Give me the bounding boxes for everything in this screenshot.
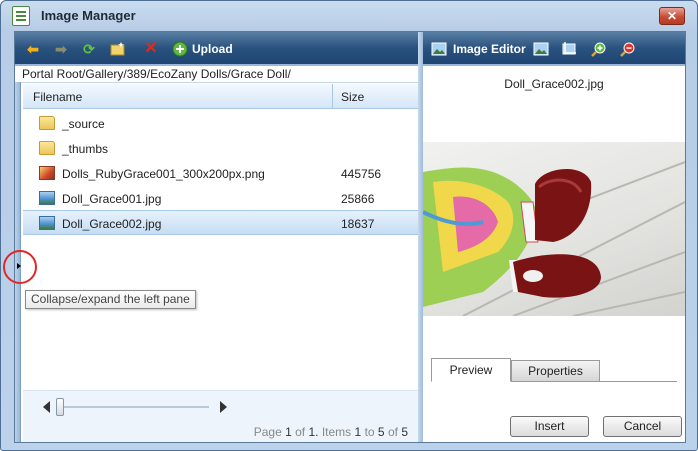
file-grid-header: Filename Size <box>23 84 418 109</box>
image-preview-pane: Doll_Grace002.jpg Preview Properties Ins… <box>423 68 685 442</box>
file-name: _source <box>62 117 105 131</box>
file-row-grace002-selected[interactable]: Doll_Grace002.jpg 18637 <box>23 210 418 235</box>
column-separator[interactable] <box>332 84 333 109</box>
image-manager-app-icon <box>12 6 30 26</box>
file-name: _thumbs <box>62 142 109 156</box>
dialog-content: ⬅ ➡ ⟳ ✕ Upload Image Editor Portal Root/… <box>3 31 686 443</box>
grid-footer: Page 1 of 1. Items 1 to 5 of 5 <box>23 390 418 442</box>
slider-left-arrow-icon[interactable] <box>43 401 50 413</box>
file-row-png[interactable]: Dolls_RubyGrace001_300x200px.png 445756 <box>23 161 418 186</box>
collapse-tooltip: Collapse/expand the left pane <box>25 290 196 309</box>
image-editor-button[interactable]: Image Editor <box>453 42 526 56</box>
pager-info: Page 1 of 1. Items 1 to 5 of 5 <box>253 425 408 439</box>
annotation-circle <box>3 250 37 284</box>
upload-button[interactable]: Upload <box>192 42 233 56</box>
preview-image <box>423 142 685 316</box>
resize-icon[interactable] <box>533 41 549 57</box>
new-folder-icon[interactable] <box>110 41 126 57</box>
upload-icon[interactable] <box>172 41 188 57</box>
file-size: 25866 <box>341 192 375 206</box>
image-manager-window: Image Manager ✕ ⬅ ➡ ⟳ ✕ Upload Image Edi… <box>0 0 698 451</box>
thumbnail-size-slider-track[interactable] <box>59 406 209 408</box>
preview-tabs: Preview Properties <box>431 358 677 382</box>
delete-icon[interactable]: ✕ <box>143 41 159 57</box>
slider-right-arrow-icon[interactable] <box>220 401 227 413</box>
file-browser-toolbar: ⬅ ➡ ⟳ ✕ Upload <box>15 32 418 66</box>
insert-button[interactable]: Insert <box>510 416 589 437</box>
file-name: Doll_Grace001.jpg <box>62 192 162 206</box>
image-file-icon <box>39 216 55 230</box>
file-size: 18637 <box>341 217 375 231</box>
file-row-thumbs[interactable]: _thumbs <box>23 136 418 161</box>
folder-icon <box>39 141 55 155</box>
png-file-icon <box>39 166 55 180</box>
file-row-source[interactable]: _source <box>23 111 418 136</box>
image-editor-icon[interactable] <box>431 41 447 57</box>
file-size: 445756 <box>341 167 382 181</box>
preview-filename: Doll_Grace002.jpg <box>504 77 604 91</box>
file-row-grace001[interactable]: Doll_Grace001.jpg 25866 <box>23 186 418 211</box>
folder-icon <box>39 116 55 130</box>
cancel-button[interactable]: Cancel <box>603 416 682 437</box>
image-file-icon <box>39 191 55 205</box>
zoom-in-icon[interactable] <box>591 41 607 57</box>
zoom-out-icon[interactable] <box>620 41 636 57</box>
tab-preview[interactable]: Preview <box>431 358 511 382</box>
column-header-size[interactable]: Size <box>341 90 364 104</box>
tab-properties[interactable]: Properties <box>511 360 600 382</box>
refresh-icon[interactable]: ⟳ <box>81 41 97 57</box>
thumbnail-size-slider-thumb[interactable] <box>56 398 64 416</box>
close-button[interactable]: ✕ <box>659 7 685 25</box>
window-title: Image Manager <box>41 8 136 23</box>
column-header-filename[interactable]: Filename <box>33 90 82 104</box>
image-editor-toolbar: Image Editor <box>423 32 685 66</box>
crop-icon[interactable] <box>561 41 577 57</box>
title-bar[interactable]: Image Manager ✕ <box>1 1 697 31</box>
file-name: Dolls_RubyGrace001_300x200px.png <box>62 167 265 181</box>
file-name: Doll_Grace002.jpg <box>62 217 162 231</box>
back-arrow-icon[interactable]: ⬅ <box>25 41 41 57</box>
forward-arrow-icon[interactable]: ➡ <box>53 41 69 57</box>
current-path: Portal Root/Gallery/389/EcoZany Dolls/Gr… <box>15 66 418 83</box>
